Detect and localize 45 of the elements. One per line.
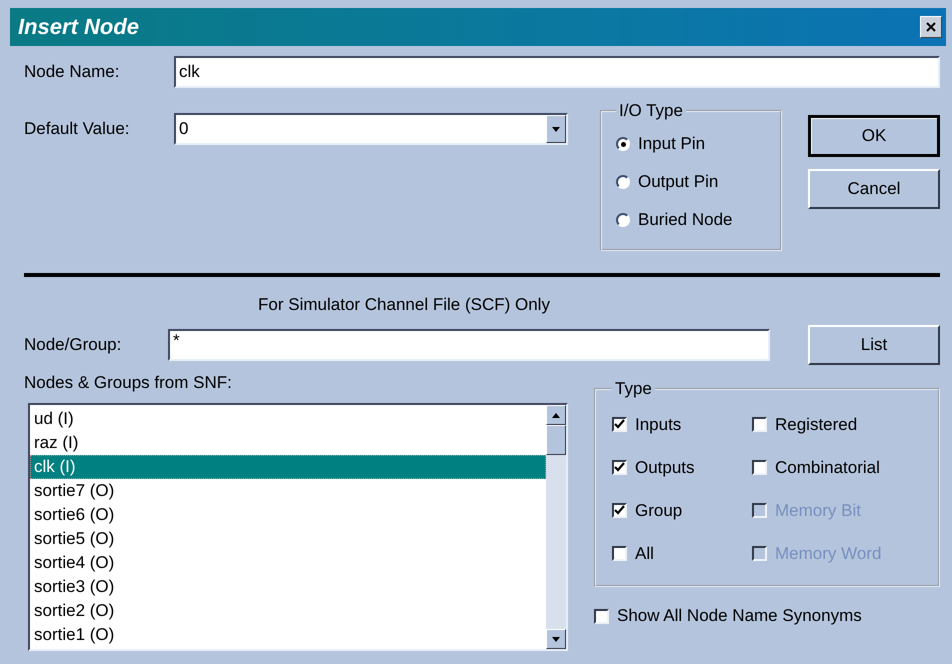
dialog-button[interactable]: OK (808, 115, 940, 157)
scroll-down-button[interactable] (546, 629, 566, 649)
radio-option[interactable]: Buried Node (616, 201, 768, 239)
down-arrow-icon (552, 636, 560, 642)
node-group-field[interactable]: * (168, 329, 770, 361)
radio-option[interactable]: Input Pin (616, 125, 768, 163)
scroll-up-button[interactable] (546, 405, 566, 425)
radio-option[interactable]: Output Pin (616, 163, 768, 201)
close-button[interactable] (920, 16, 942, 38)
list-item[interactable]: sortie7 (O) (30, 479, 546, 503)
list-label: Nodes & Groups from SNF: (24, 373, 232, 393)
window-title: Insert Node (18, 14, 140, 40)
list-button[interactable]: List (808, 325, 940, 365)
section-caption: For Simulator Channel File (SCF) Only (257, 295, 551, 315)
checkbox-option[interactable]: Registered (752, 403, 926, 446)
checkbox-option[interactable]: Outputs (612, 446, 752, 489)
field-label: Node Name: (24, 62, 120, 82)
list-item[interactable]: sortie3 (O) (30, 575, 546, 599)
list-item[interactable]: sortie6 (O) (30, 503, 546, 527)
list-item[interactable]: ud (I) (30, 407, 546, 431)
dropdown-value: 0 (179, 119, 188, 139)
checkbox-option[interactable]: Group (612, 489, 752, 532)
field-label: Default Value: (24, 119, 131, 139)
dialog-button[interactable]: Cancel (808, 169, 940, 209)
dropdown-button[interactable] (546, 115, 566, 143)
checkbox-option[interactable]: Show All Node Name Synonyms (594, 597, 940, 635)
list-item[interactable]: sortie2 (O) (30, 599, 546, 623)
group-label: I/O Type (618, 101, 684, 121)
scroll-thumb[interactable] (546, 425, 566, 455)
nodes-list[interactable]: ud (I) raz (I) clk (I) sortie7 (O) sortie6 (O) sortie5 (O) sortie4 (O) sortie3 (O) sortie2 (O) sortie1 (O) (28, 403, 568, 651)
list-item[interactable]: raz (I) (30, 431, 546, 455)
group-label: Type (614, 379, 653, 399)
list-item[interactable]: sortie4 (O) (30, 551, 546, 575)
node-name-field[interactable]: clk (174, 56, 940, 88)
list-item[interactable]: sortie1 (O) (30, 623, 546, 647)
default-value-dropdown[interactable]: 0 (174, 113, 568, 145)
checkbox-option[interactable]: Combinatorial (752, 446, 926, 489)
field-label: Node/Group: (24, 335, 122, 355)
close-icon (926, 22, 936, 32)
list-item[interactable]: clk (I) (30, 455, 546, 479)
up-arrow-icon (552, 412, 560, 418)
list-item[interactable]: sortie5 (O) (30, 527, 546, 551)
down-arrow-icon (552, 126, 560, 132)
checkbox-option[interactable]: Inputs (612, 403, 752, 446)
checkbox-option[interactable]: All (612, 532, 752, 575)
